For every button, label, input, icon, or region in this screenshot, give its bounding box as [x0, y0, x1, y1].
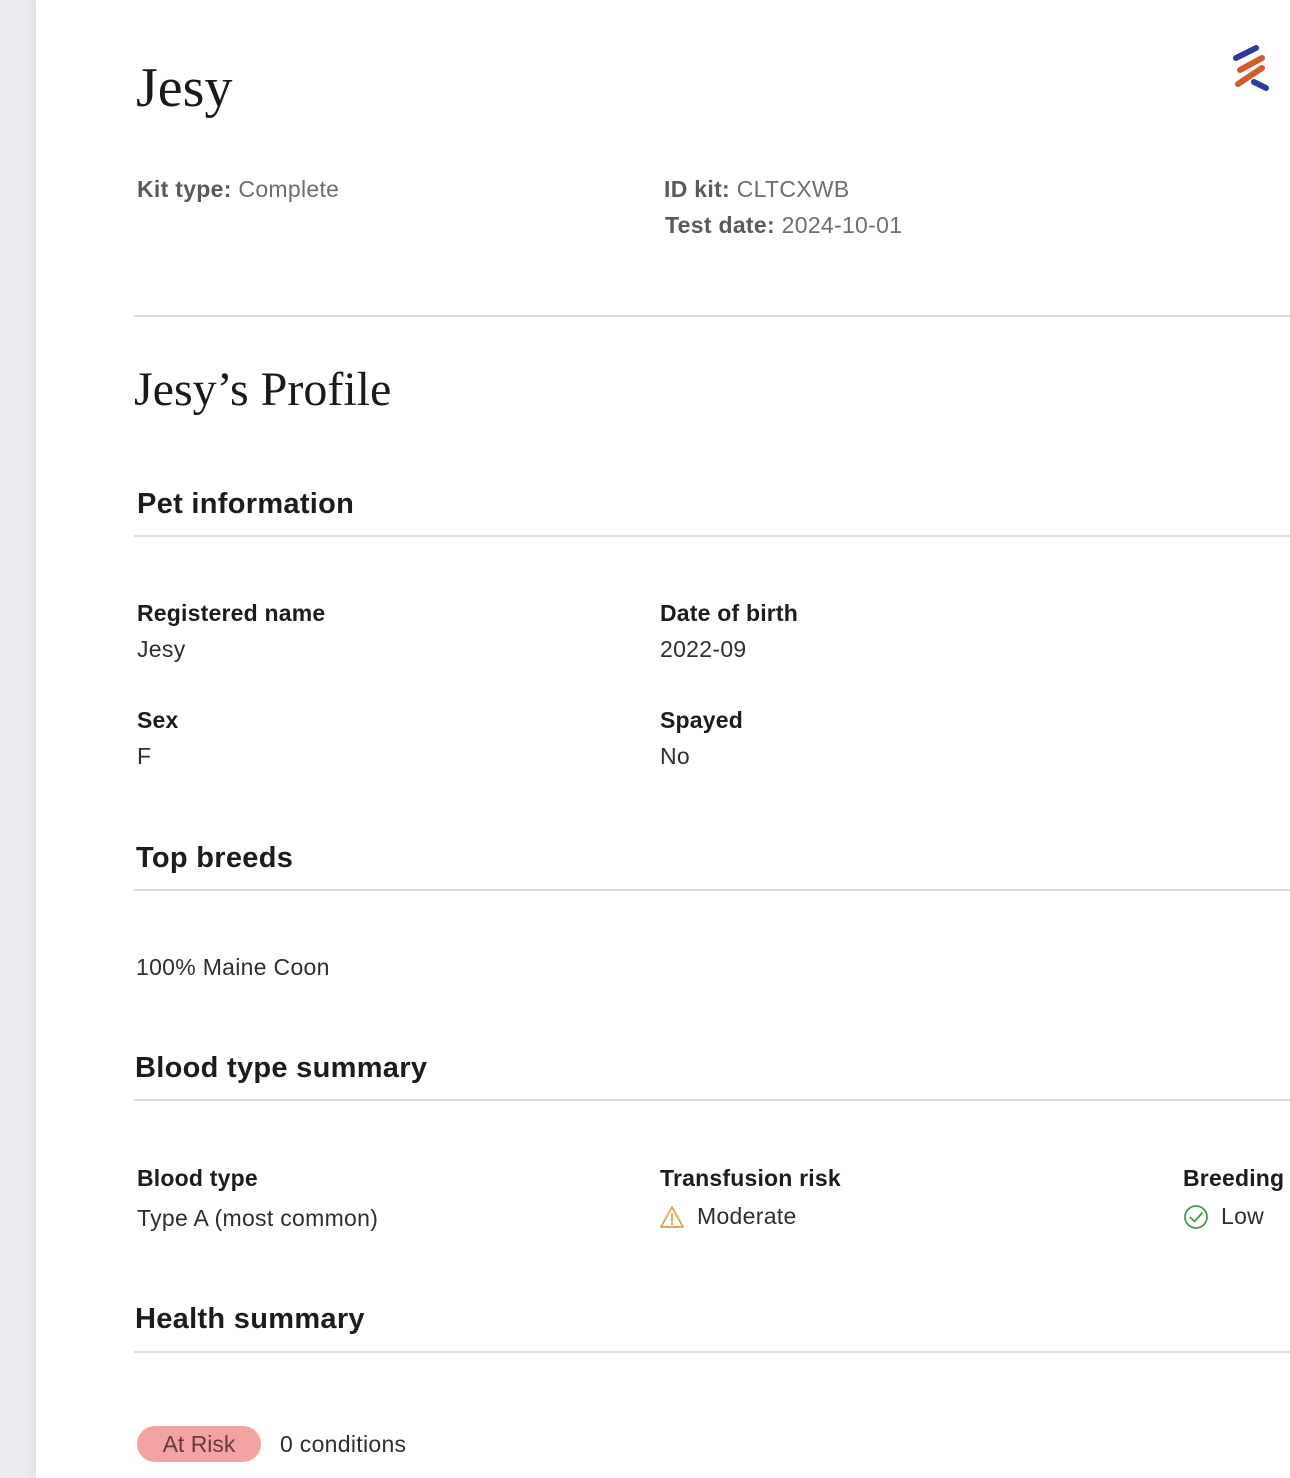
breeding-status: Low	[1183, 1203, 1264, 1230]
sex-label: Sex	[137, 707, 179, 733]
transfusion-risk-label: Transfusion risk	[660, 1165, 841, 1191]
warning-triangle-icon	[660, 1205, 684, 1228]
profile-title: Jesy’s Profile	[134, 363, 392, 416]
test-date: Test date: 2024-10-01	[665, 212, 902, 239]
pet-information-divider	[134, 535, 1290, 537]
id-kit-value: CLTCXWB	[736, 176, 850, 202]
id-kit-label: ID kit:	[664, 176, 730, 202]
date-of-birth-value: 2022-09	[660, 636, 747, 662]
kit-type-value: Complete	[238, 176, 340, 202]
breeding-value: Low	[1221, 1203, 1265, 1229]
health-summary-divider	[134, 1351, 1290, 1353]
spayed-label: Spayed	[660, 707, 744, 733]
at-risk-badge: At Risk	[137, 1426, 261, 1462]
transfusion-risk-status: Moderate	[659, 1203, 797, 1230]
transfusion-risk-value: Moderate	[697, 1203, 797, 1229]
test-date-label: Test date:	[665, 212, 775, 238]
spayed-value: No	[660, 743, 691, 769]
test-date-value: 2024-10-01	[781, 212, 903, 238]
id-kit: ID kit: CLTCXWB	[664, 176, 850, 203]
sex-value: F	[137, 743, 152, 769]
blood-type-label: Blood type	[137, 1165, 258, 1191]
blood-type-summary-heading: Blood type summary	[135, 1052, 428, 1084]
header-divider	[134, 315, 1290, 317]
breeding-label: Breeding	[1183, 1165, 1285, 1191]
pet-information-heading: Pet information	[137, 488, 355, 520]
date-of-birth-label: Date of birth	[660, 600, 799, 626]
blood-type-value: Type A (most common)	[137, 1205, 379, 1231]
registered-name-label: Registered name	[137, 600, 326, 626]
top-breeds-divider	[134, 889, 1290, 891]
registered-name-value: Jesy	[137, 636, 186, 662]
brand-logo-icon	[1233, 45, 1269, 91]
pet-name-title: Jesy	[136, 57, 233, 119]
top-breed-value: 100% Maine Coon	[136, 954, 330, 980]
kit-type-label: Kit type:	[137, 176, 232, 202]
kit-type: Kit type: Complete	[137, 176, 339, 203]
conditions-count: 0 conditions	[280, 1431, 407, 1457]
top-breeds-heading: Top breeds	[136, 842, 294, 874]
blood-type-summary-divider	[134, 1099, 1290, 1101]
check-circle-icon	[1184, 1204, 1208, 1229]
health-summary-heading: Health summary	[135, 1303, 365, 1335]
report-page: Jesy Kit type: Complete ID kit: CLTCXWB …	[36, 0, 1290, 1478]
